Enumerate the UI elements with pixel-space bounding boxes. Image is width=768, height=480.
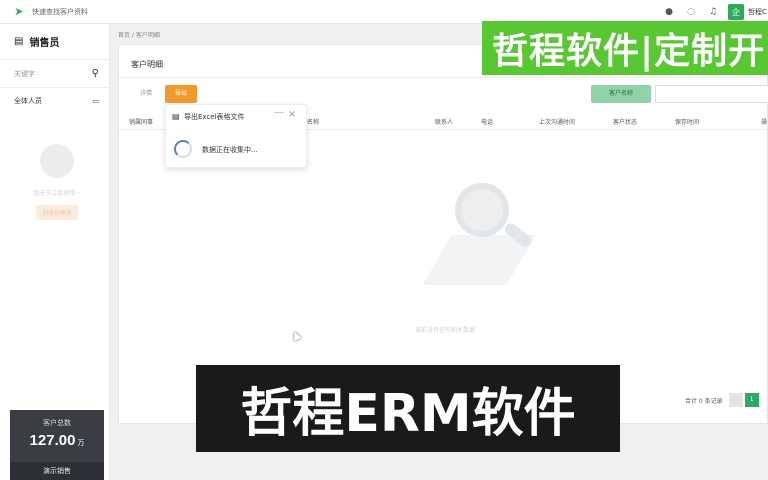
caption-text: 哲程ERM软件 (240, 384, 576, 444)
empty-search-illustration-icon (419, 175, 549, 295)
video-caption: 哲程ERM软件 (196, 365, 620, 452)
column-header[interactable]: 上次沟通时间 (539, 117, 575, 126)
column-header[interactable]: 名称 (307, 117, 319, 126)
page-number-button[interactable]: 1 (744, 393, 759, 407)
page-title: 客户明细 (131, 60, 163, 69)
column-header[interactable]: 销属同事 (129, 117, 153, 126)
company-name[interactable]: 哲程C (748, 7, 768, 17)
popup-status: 数据正在收集中... (202, 146, 258, 154)
sidebar-search-input[interactable]: 关键字 (14, 69, 35, 79)
sidebar-item-all-staff[interactable]: 全体人员 ▭ (0, 88, 109, 114)
database-icon: ▤ (172, 112, 180, 121)
sidebar-empty-state: 暂无员工数据哦~ 创建销售员 (22, 144, 92, 220)
filter-field-select[interactable]: 客户名称 (591, 85, 651, 103)
export-button[interactable]: 导出 (165, 85, 197, 103)
empty-table-message: 当前没有任何相关数据 (415, 327, 476, 334)
stat-unit: 万 (77, 440, 85, 447)
stat-value-row: 127.00 万 (10, 432, 104, 449)
chat-icon[interactable]: ◌ (680, 7, 702, 17)
search-input[interactable] (655, 85, 768, 103)
paper-plane-icon[interactable]: ➤ (12, 5, 26, 19)
page-prev-button[interactable] (728, 393, 743, 407)
sidebar-item-label: 全体人员 (14, 97, 42, 105)
detail-button[interactable]: 详情 (129, 85, 163, 103)
loading-spinner-icon (174, 140, 192, 158)
create-salesperson-button[interactable]: 创建销售员 (35, 205, 78, 220)
bell-icon[interactable]: ♫ (702, 7, 724, 17)
empty-illustration-icon (40, 144, 74, 178)
stat-value: 127.00 (29, 432, 76, 449)
banner-text: 哲程软件|定制开 (492, 31, 766, 72)
column-header[interactable]: 保存时间 (675, 117, 699, 126)
quick-search-link[interactable]: 快速查找客户资料 (32, 7, 88, 17)
database-icon: ▤ (14, 36, 24, 47)
magnifier-lens-shape (455, 183, 509, 237)
close-icon[interactable]: × (288, 109, 296, 120)
monitor-icon[interactable]: ▭ (92, 97, 99, 105)
watermark-banner: 哲程软件|定制开 (482, 21, 768, 75)
pagination-total: 合计 0 条记录 (685, 397, 723, 405)
enterprise-badge[interactable]: 企 (728, 4, 744, 20)
sidebar-search[interactable]: 关键字 ⚲ (0, 60, 109, 88)
sidebar-header: ▤ 销售员 (0, 24, 109, 60)
popup-title: 导出Excel表格文件 (184, 113, 245, 121)
column-header[interactable]: 联系人 (435, 117, 453, 126)
column-header[interactable]: 操 (761, 117, 767, 126)
android-icon[interactable]: ● (658, 7, 680, 17)
export-progress-popup: ▤ 导出Excel表格文件 × 数据正在收集中... (165, 104, 307, 168)
pagination: 合计 0 条记录 1 (685, 393, 759, 407)
column-header[interactable]: 电话 (481, 117, 493, 126)
sidebar-empty-text: 暂无员工数据哦~ (33, 190, 81, 197)
column-header[interactable]: 客户状态 (613, 117, 637, 126)
customer-total-card: 客户总数 127.00 万 演示销售 (10, 410, 104, 480)
search-icon[interactable]: ⚲ (92, 68, 99, 79)
stat-label: 客户总数 (43, 419, 71, 427)
sidebar-title: 销售员 (29, 38, 60, 49)
breadcrumb[interactable]: 首页 / 客户明细 (118, 30, 160, 39)
demo-sales-button[interactable]: 演示销售 (10, 462, 104, 480)
divider (119, 77, 767, 78)
minimize-icon[interactable] (274, 112, 284, 118)
